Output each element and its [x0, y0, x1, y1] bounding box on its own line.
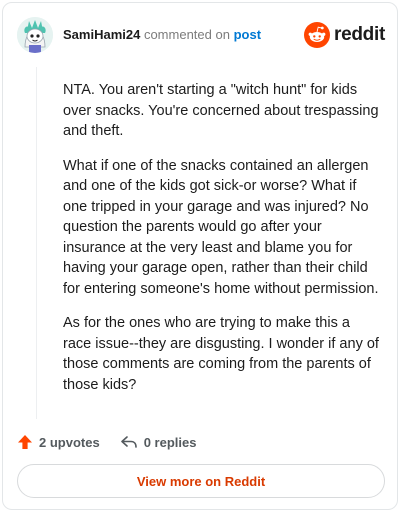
reply-arrow-icon	[120, 436, 137, 448]
reddit-wordmark: reddit	[334, 24, 385, 45]
comment-paragraph: As for the ones who are trying to make t…	[63, 315, 379, 393]
avatar-image	[17, 17, 53, 53]
comment-actions: 2 upvotes 0 replies	[17, 431, 196, 453]
replies-count: 0 replies	[143, 434, 197, 450]
reddit-logo[interactable]: reddit	[304, 21, 385, 49]
replies-button[interactable]: 0 replies	[120, 434, 197, 450]
post-link[interactable]: post	[234, 27, 261, 42]
comment-paragraph: NTA. You aren't starting a "witch hunt" …	[63, 82, 379, 139]
commented-on-text: commented on	[143, 27, 230, 42]
upvote-count: 2 upvotes	[39, 434, 100, 450]
comment-paragraph: What if one of the snacks contained an a…	[63, 157, 379, 297]
comment-embed-card: SamiHami24 commented on post reddit NTA.…	[2, 2, 398, 510]
thread-line	[36, 67, 37, 419]
upvote-arrow-icon	[18, 435, 32, 449]
view-more-on-reddit-button[interactable]: View more on Reddit	[17, 464, 385, 498]
username-link[interactable]: SamiHami24	[63, 27, 140, 42]
comment-header: SamiHami24 commented on post reddit	[3, 3, 397, 67]
comment-meta: SamiHami24 commented on post	[63, 27, 261, 43]
comment-body: NTA. You aren't starting a "witch hunt" …	[63, 80, 379, 409]
upvote-button[interactable]: 2 upvotes	[17, 434, 100, 450]
reddit-snoo-icon	[304, 22, 331, 48]
user-avatar[interactable]	[17, 17, 53, 53]
